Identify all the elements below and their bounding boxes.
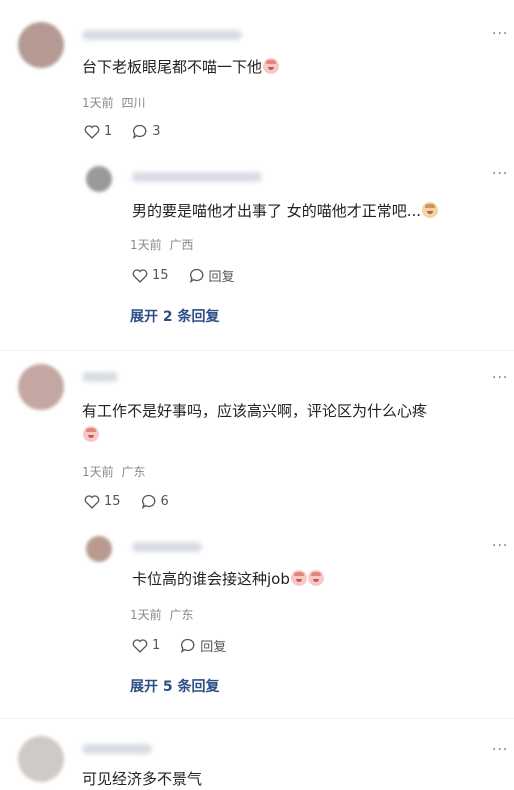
crying-face-icon [263, 58, 280, 74]
heart-icon [84, 124, 100, 139]
expand-replies-link[interactable]: 展开 5 条回复 [130, 676, 220, 696]
like-count: 15 [152, 268, 169, 283]
like-button[interactable]: 15 [84, 494, 121, 509]
username-blurred[interactable] [82, 372, 118, 382]
heart-icon [132, 638, 148, 653]
comment-actions: 15 6 [84, 494, 189, 509]
reply-label: 回复 [208, 270, 235, 285]
reply-count: 6 [160, 494, 169, 509]
comment-icon [133, 124, 147, 139]
comment-text: 可见经济多不景气 [82, 770, 203, 788]
reply-meta: 1天前 广东 [130, 608, 194, 622]
more-options-button[interactable]: ··· [492, 538, 508, 554]
comment-icon [181, 638, 195, 653]
comment-text-line2 [82, 424, 99, 446]
divider [0, 350, 514, 351]
like-button[interactable]: 1 [84, 124, 112, 139]
expand-replies-link[interactable]: 展开 2 条回复 [130, 306, 220, 326]
reply-actions: 15 回复 [132, 266, 255, 285]
username-blurred[interactable] [82, 30, 242, 40]
more-options-button[interactable]: ··· [492, 26, 508, 42]
more-options-button[interactable]: ··· [492, 166, 508, 182]
comment-icon [189, 268, 203, 283]
reply-button[interactable]: 回复 [180, 636, 226, 655]
username-blurred[interactable] [132, 172, 262, 182]
like-button[interactable]: 1 [132, 638, 160, 653]
avatar[interactable] [18, 736, 64, 782]
heart-icon [84, 494, 100, 509]
comment-text: 台下老板眼尾都不喵一下他 [82, 56, 280, 78]
avatar[interactable] [86, 166, 112, 192]
reply-text: 卡位高的谁会接这种job [132, 568, 324, 590]
avatar[interactable] [86, 536, 112, 562]
like-count: 1 [104, 124, 113, 139]
more-options-button[interactable]: ··· [492, 370, 508, 386]
avatar[interactable] [18, 364, 64, 410]
reply-button[interactable]: 6 [141, 494, 169, 509]
reply-meta: 1天前 广西 [130, 238, 194, 252]
reply-actions: 1 回复 [132, 636, 246, 655]
comment-icon [141, 494, 155, 509]
reply-count: 3 [152, 124, 161, 139]
like-count: 15 [104, 494, 121, 509]
shiba-face-icon [422, 202, 439, 218]
like-button[interactable]: 15 [132, 268, 169, 283]
divider [0, 718, 514, 719]
heart-icon [132, 268, 148, 283]
crying-face-icon [290, 570, 307, 586]
reply-text: 男的要是喵他才出事了 女的喵他才正常吧... [132, 200, 439, 222]
username-blurred[interactable] [132, 542, 202, 552]
reply-button[interactable]: 回复 [189, 266, 235, 285]
more-options-button[interactable]: ··· [492, 742, 508, 758]
crying-face-icon [83, 426, 99, 442]
reply-button[interactable]: 3 [132, 124, 161, 139]
like-count: 1 [152, 638, 161, 653]
avatar[interactable] [18, 22, 64, 68]
comment-meta: 1天前 四川 [82, 96, 146, 110]
username-blurred[interactable] [82, 744, 152, 754]
comment-text: 有工作不是好事吗，应该高兴啊，评论区为什么心疼 [82, 402, 428, 420]
comment-actions: 1 3 [84, 124, 181, 139]
comment-meta: 1天前 广东 [82, 465, 146, 479]
reply-label: 回复 [200, 640, 227, 655]
crying-face-icon [307, 570, 324, 586]
